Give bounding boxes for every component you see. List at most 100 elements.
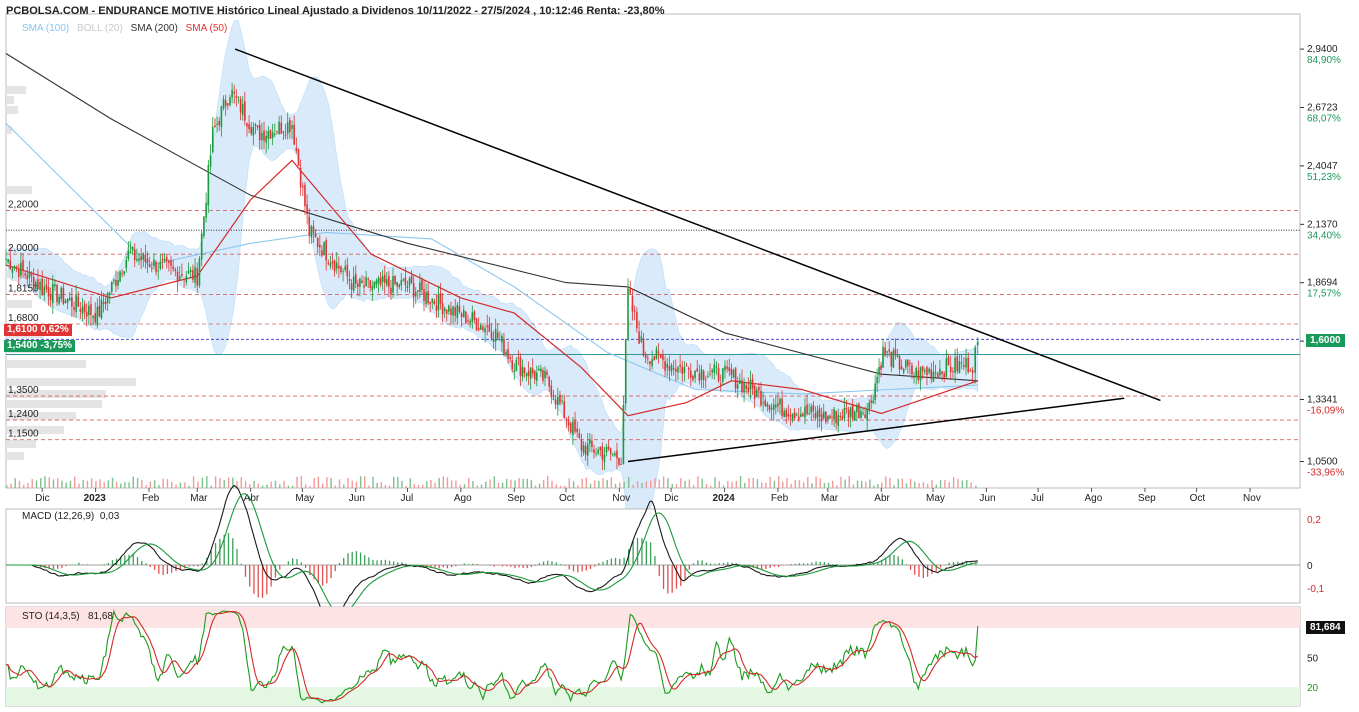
x-axis-label: Ago — [454, 493, 472, 504]
macd-hist — [649, 542, 652, 565]
macd-hist — [710, 563, 712, 565]
candle-body — [601, 447, 604, 460]
volume-bar — [610, 477, 613, 488]
macd-hist — [671, 565, 673, 593]
candle-body — [657, 351, 660, 353]
macd-hist — [815, 561, 817, 565]
macd-hist — [240, 563, 242, 565]
volume-bar — [364, 476, 366, 488]
macd-hist — [802, 563, 805, 565]
macd-title: MACD (12,26,9) 0,03 — [22, 511, 120, 522]
volume-bar — [815, 476, 817, 488]
x-axis-label: Oct — [559, 493, 575, 504]
x-axis-label: Jun — [349, 493, 365, 504]
candle-body — [730, 368, 733, 376]
candle-body — [222, 99, 225, 109]
candle-body — [947, 356, 950, 366]
volume-bar — [330, 477, 332, 488]
candle-body — [755, 389, 758, 397]
candle-body — [687, 368, 690, 370]
candle-body — [207, 165, 210, 206]
volume-bar — [10, 483, 12, 488]
candle-body — [576, 428, 578, 433]
volume-bar — [773, 480, 776, 488]
candle-body — [278, 121, 280, 135]
sto-panel: 50 20 — [5, 606, 1319, 707]
candle-body — [820, 414, 823, 422]
macd-hist — [632, 540, 634, 565]
candle-body — [503, 339, 505, 355]
macd-hist — [257, 565, 259, 598]
x-axis-label: Feb — [142, 493, 160, 504]
candle-body — [297, 149, 300, 166]
candle-body — [519, 357, 522, 376]
macd-tick: -0,1 — [1307, 584, 1325, 595]
candle-body — [185, 276, 188, 283]
candle-body — [743, 382, 745, 393]
candle-body — [452, 306, 454, 316]
candle-body — [653, 356, 656, 361]
volume-bar — [680, 478, 682, 488]
candle-body — [155, 261, 157, 273]
macd-hist — [714, 563, 716, 565]
candle-body — [246, 123, 248, 127]
candle-body — [276, 131, 278, 133]
candle-body — [51, 283, 54, 304]
macd-hist — [901, 559, 903, 565]
candle-body — [7, 259, 9, 262]
candle-body — [333, 260, 336, 272]
macd-hist — [844, 565, 846, 566]
candle-body — [412, 283, 415, 298]
candle-body — [321, 250, 323, 256]
candle-body — [133, 249, 136, 261]
candle-body — [373, 282, 376, 288]
candle-body — [183, 278, 185, 280]
candle-body — [11, 268, 14, 273]
macd-hist — [662, 565, 665, 589]
candle-body — [739, 379, 741, 384]
candle-body — [810, 406, 813, 413]
macd-hist — [493, 565, 495, 567]
candle-body — [344, 266, 347, 270]
volume-bar — [510, 479, 512, 488]
candle-body — [540, 368, 542, 372]
macd-hist — [166, 565, 169, 575]
candle-body — [458, 306, 461, 313]
candle-body — [229, 97, 231, 106]
candle-body — [785, 409, 788, 417]
candle-body — [239, 99, 242, 113]
candle-body — [800, 413, 802, 417]
candle-body — [81, 306, 84, 314]
candle-body — [338, 265, 340, 269]
candle-body — [578, 433, 581, 439]
macd-hist — [939, 565, 942, 568]
candle-body — [136, 258, 138, 261]
candle-body — [471, 312, 474, 323]
candle-body — [954, 357, 956, 373]
candle-body — [902, 369, 905, 373]
candle-body — [168, 260, 170, 263]
volume-bar — [970, 482, 972, 488]
candle-body — [561, 400, 563, 402]
macd-hist — [534, 565, 537, 566]
candle-body — [531, 368, 534, 374]
macd-hist — [210, 550, 212, 565]
volume-bar — [300, 476, 303, 488]
candle-body — [5, 258, 7, 260]
macd-hist — [798, 563, 801, 565]
candle-body — [552, 398, 555, 400]
volume-bar — [705, 483, 708, 488]
candle-body — [291, 125, 293, 129]
macd-hist — [283, 564, 285, 566]
macd-hist — [952, 561, 955, 565]
candle-body — [563, 401, 566, 418]
candle-body — [956, 356, 959, 372]
candle-body — [872, 400, 874, 403]
x-axis-label: Dic — [35, 493, 49, 504]
volume-bar — [802, 482, 805, 488]
volume-bar — [572, 481, 575, 488]
candle-body — [331, 261, 334, 264]
volume-bar — [485, 481, 487, 488]
macd-hist — [918, 565, 920, 577]
volume-profile-bar — [6, 360, 86, 368]
